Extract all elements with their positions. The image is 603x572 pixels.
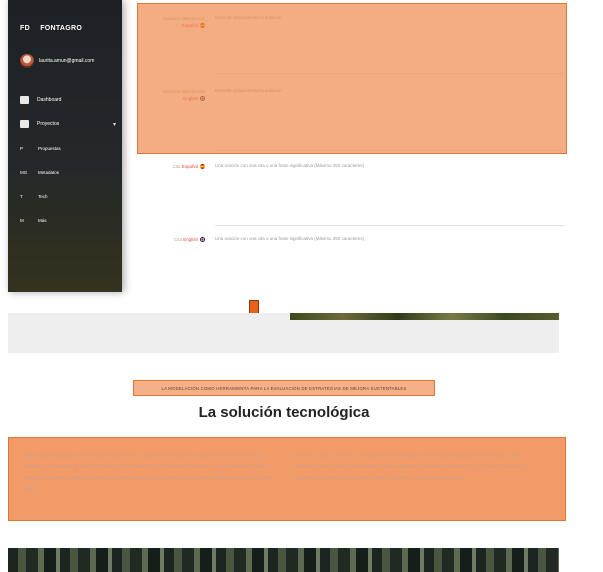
cita-es-input[interactable]: Una oración con una cita o una frase sig… (215, 163, 364, 168)
lang-label: Español (181, 164, 198, 169)
subitem-label: Metadatos (38, 169, 60, 175)
subitem-label: Más (38, 217, 47, 223)
sidebar-subitem-propuestas[interactable]: P Propuestas (20, 136, 120, 160)
brand-name: FONTAGRO (40, 25, 83, 32)
chevron-down-icon[interactable]: ▾ (113, 121, 116, 128)
lang-label: English (183, 237, 198, 242)
people-photo (8, 548, 559, 572)
subitem-label: Tech (38, 193, 48, 199)
tagline-banner: LA MODELACIÓN COMO HERRAMIENTA PARA LA E… (133, 380, 435, 396)
folder-icon (20, 120, 29, 128)
sidebar-item-proyectos[interactable]: Proyectos ▾ (20, 112, 120, 136)
highlight-overlay (137, 3, 567, 154)
field-label: Cita Español (130, 163, 205, 170)
cita-en-input[interactable]: Una oración con una cita o una frase sig… (215, 236, 364, 241)
section-title: La solución tecnológica (198, 404, 370, 421)
field-label-text: Cita (172, 164, 181, 169)
sidebar-subitem-metadatos[interactable]: MG Metadatos (20, 160, 120, 184)
user-email: laurita.amun@gmail.com (39, 58, 95, 64)
field-label: Cita English (130, 236, 205, 243)
header-photo (290, 313, 559, 320)
admin-sidebar: FD FONTAGRO laurita.amun@gmail.com Dashb… (8, 0, 122, 292)
solution-text-box: Para evaluar estrategias de intensificac… (8, 437, 566, 521)
dashboard-icon (20, 96, 29, 104)
subitem-label: Propuestas (38, 145, 61, 151)
tagline-text: LA MODELACIÓN COMO HERRAMIENTA PARA LA E… (161, 385, 407, 391)
subitem-abbr: MG (20, 169, 28, 175)
paragraph-left: Para evaluar estrategias de intensificac… (24, 453, 274, 491)
brand-short: FD (20, 25, 30, 32)
sidebar-item-dashboard[interactable]: Dashboard (20, 88, 120, 112)
spain-flag-icon (200, 164, 205, 170)
user-profile[interactable]: laurita.amun@gmail.com (20, 54, 94, 68)
sidebar-item-label: Proyectos (37, 121, 60, 127)
subitem-abbr: P (20, 145, 24, 151)
sidebar-subitem-tech[interactable]: T Tech (20, 184, 120, 208)
avatar (20, 54, 34, 68)
subitem-abbr: M (20, 217, 24, 223)
brand[interactable]: FD FONTAGRO (20, 25, 82, 32)
uk-flag-icon (200, 237, 205, 243)
sidebar-subitem-mas[interactable]: M Más (20, 208, 120, 232)
sidebar-item-label: Dashboard (37, 97, 62, 103)
field-label-text: Cita (173, 237, 182, 242)
sidebar-nav: Dashboard Proyectos ▾ P Propuestas MG Me… (20, 88, 120, 232)
input-underline (215, 225, 565, 226)
subitem-abbr: T (20, 193, 23, 199)
paragraph-right: económico, social y ambiental. La valida… (292, 453, 527, 480)
